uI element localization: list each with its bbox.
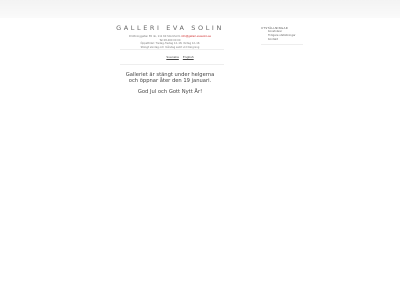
notice-line-2: och öppnar åter den 19 januari. <box>128 77 212 84</box>
email-link[interactable]: info@galleri-evasolin.se <box>181 35 211 38</box>
menu-divider <box>261 44 303 45</box>
site-header: GALLERI EVA SOLIN Drottninggatan 85 nb, … <box>114 24 226 49</box>
side-menu: UTSTÄLLNINGAR Konstnärer Tidigare utstäl… <box>261 26 321 45</box>
closure-notice: Galleriet är stängt under helgerna och ö… <box>110 72 230 84</box>
language-nav: Svenska English <box>160 55 200 59</box>
header-divider <box>120 49 224 50</box>
holiday-greeting: God Jul och Gott Nytt År! <box>137 89 203 95</box>
menu-item-contact[interactable]: Kontakt <box>261 38 321 42</box>
address-text: Drottninggatan 85 nb, 111 60 Stockholm <box>129 35 181 38</box>
nav-divider <box>120 64 224 65</box>
nav-link-swedish[interactable]: Svenska <box>166 55 179 59</box>
site-title[interactable]: GALLERI EVA SOLIN <box>114 24 226 32</box>
top-bar <box>0 0 400 18</box>
page-body <box>0 18 400 300</box>
nav-link-english[interactable]: English <box>183 55 194 59</box>
